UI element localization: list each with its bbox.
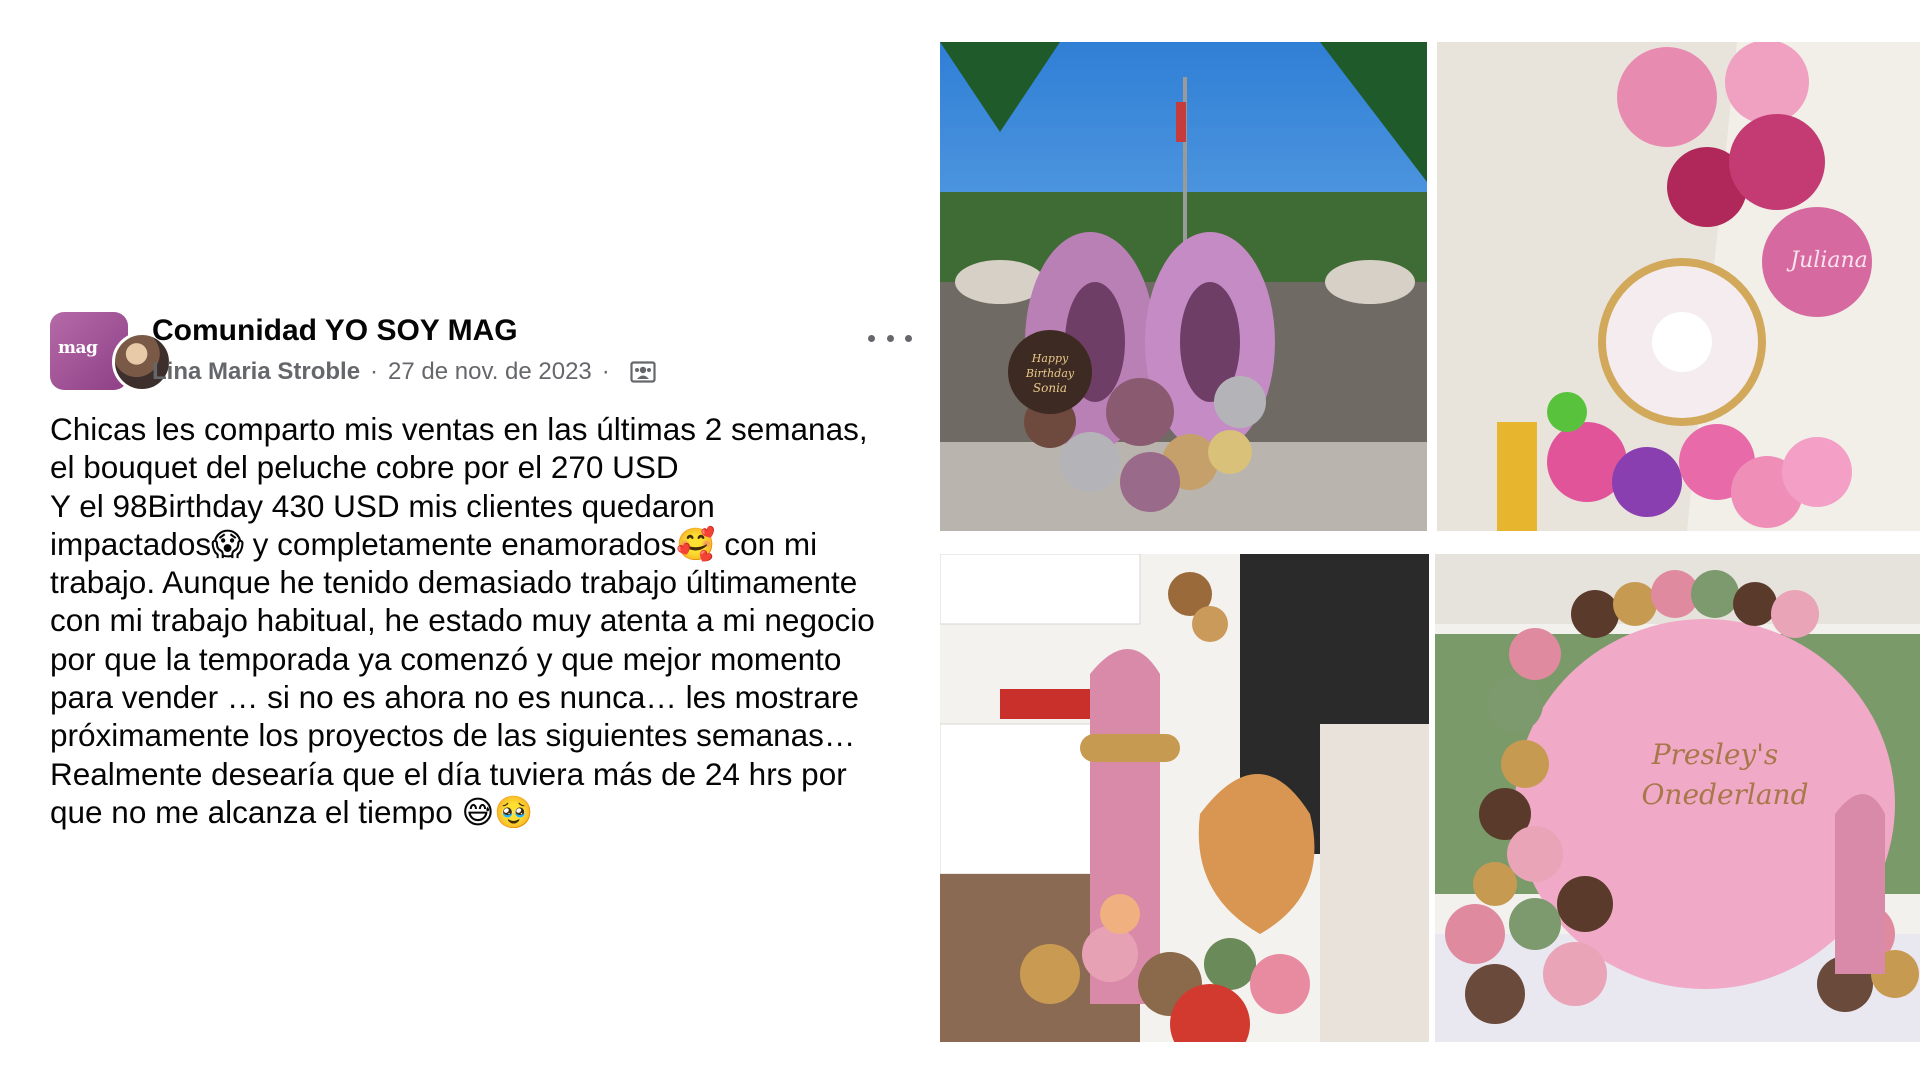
post-date-link[interactable]: 27 de nov. de 2023: [388, 358, 592, 386]
post-card: mag Comunidad YO SOY MAG Lina Maria Stro…: [50, 310, 912, 831]
meta-separator: ·: [370, 358, 379, 385]
photo-onederland-backdrop[interactable]: Presley's Onederland: [1435, 554, 1920, 1042]
backdrop-text: Presley's: [1651, 738, 1779, 771]
backdrop-text: Onederland: [1641, 778, 1808, 811]
balloon-text: Happy: [1031, 352, 1069, 365]
more-options-icon: [868, 334, 875, 342]
more-options-button[interactable]: [868, 324, 912, 352]
photo-98-birthday-bouquet[interactable]: Happy Birthday Sonia: [940, 42, 1427, 531]
photo-grid: Happy Birthday Sonia Juliana Presley's O…: [940, 42, 1920, 1042]
more-options-icon: [905, 334, 912, 342]
group-avatar-logo: mag: [58, 338, 98, 358]
balloon-text: Birthday: [1025, 367, 1075, 380]
group-members-icon: [630, 360, 656, 384]
more-options-icon: [886, 334, 894, 342]
author-name-link[interactable]: Lina Maria Stroble: [152, 358, 360, 386]
group-name-link[interactable]: Comunidad YO SOY MAG: [152, 314, 518, 348]
photo-plush-bouquet[interactable]: Juliana: [1437, 42, 1920, 531]
post-header: mag Comunidad YO SOY MAG Lina Maria Stro…: [50, 310, 912, 392]
balloon-text: Sonia: [1033, 381, 1067, 395]
photo-number-one-deer[interactable]: [940, 554, 1429, 1042]
balloon-text: Juliana: [1786, 248, 1867, 273]
meta-separator: ·: [601, 358, 610, 385]
post-meta: Lina Maria Stroble · 27 de nov. de 2023 …: [152, 358, 656, 386]
post-body-text: Chicas les comparto mis ventas en las úl…: [50, 411, 875, 830]
